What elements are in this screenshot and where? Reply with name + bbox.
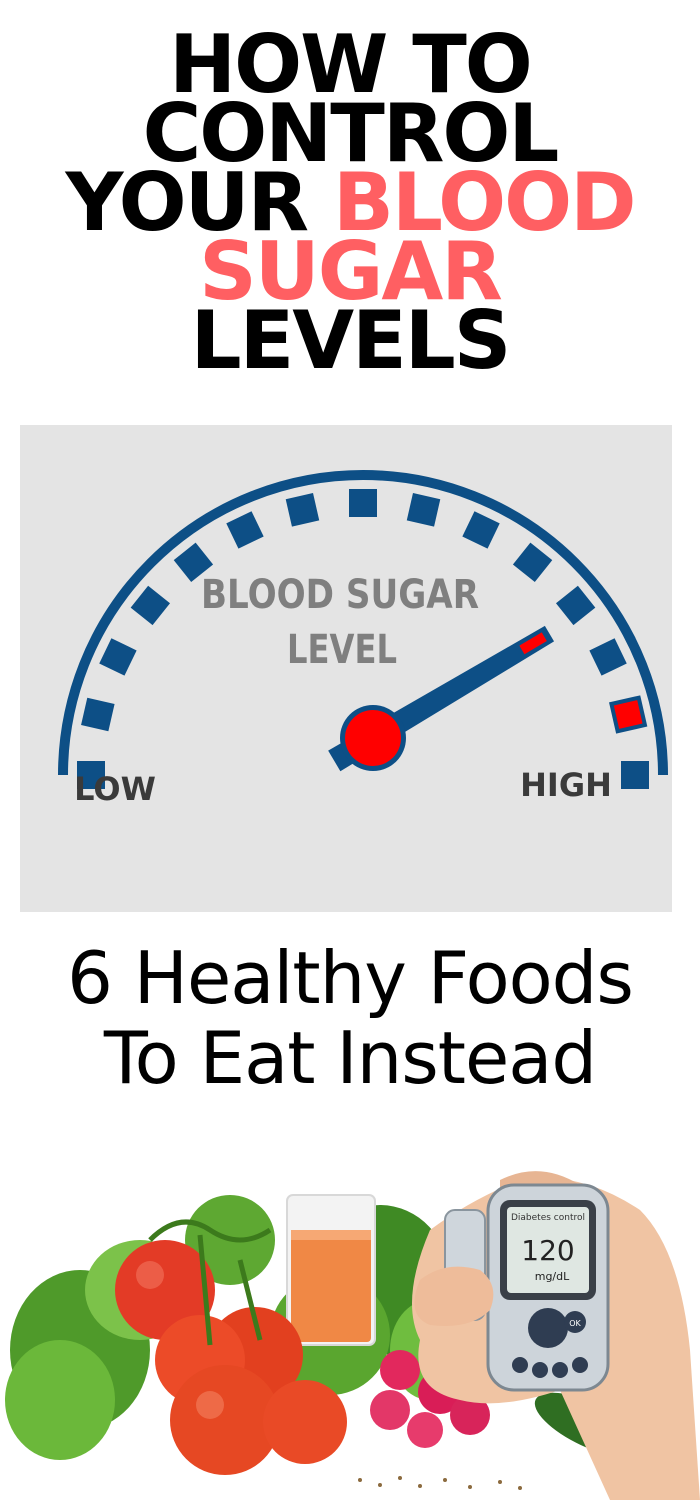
- gauge-tick: [512, 542, 553, 583]
- gauge-title-line-2: LEVEL: [287, 627, 397, 673]
- meter-brand-text: Diabetes control: [511, 1213, 585, 1223]
- page-title: HOW TO CONTROL YOUR BLOOD SUGAR LEVELS: [0, 25, 700, 387]
- juice-glass: [286, 1194, 376, 1346]
- gauge-tick: [589, 638, 627, 676]
- gauge-graphic: BLOOD SUGAR LEVEL LOW HIGH: [58, 470, 668, 808]
- gauge-tick: [99, 638, 137, 676]
- gauge-tick: [349, 489, 377, 517]
- gauge-hub: [345, 710, 401, 766]
- gauge-tick: [226, 511, 264, 549]
- subheading: 6 Healthy Foods To Eat Instead: [0, 938, 700, 1098]
- gauge-tick-danger: [609, 695, 648, 734]
- gauge-tick: [621, 761, 649, 789]
- blood-sugar-gauge: BLOOD SUGAR LEVEL LOW HIGH: [20, 425, 672, 912]
- gauge-tick: [81, 697, 115, 732]
- food-illustration: Diabetes control 120 mg/dL OK: [5, 1171, 700, 1500]
- subheading-line-1: 6 Healthy Foods: [67, 936, 634, 1020]
- subheading-line-2: To Eat Instead: [103, 1016, 597, 1100]
- gauge-tick: [406, 493, 441, 527]
- healthy-food-photo: Diabetes control 120 mg/dL OK: [0, 1160, 700, 1500]
- gauge-tick: [555, 585, 596, 626]
- gauge-tick: [462, 511, 500, 549]
- gauge-high-label: HIGH: [520, 766, 612, 804]
- meter-unit: mg/dL: [535, 1270, 570, 1283]
- meter-reading: 120: [521, 1234, 574, 1267]
- gauge-tick: [130, 585, 171, 626]
- seeds: [358, 1476, 522, 1490]
- gauge-tick: [285, 493, 320, 527]
- gauge-low-label: LOW: [74, 770, 156, 808]
- gauge-title-line-1: BLOOD SUGAR: [201, 572, 479, 618]
- title-levels: LEVELS: [190, 294, 512, 387]
- meter-ok-button: OK: [569, 1319, 581, 1328]
